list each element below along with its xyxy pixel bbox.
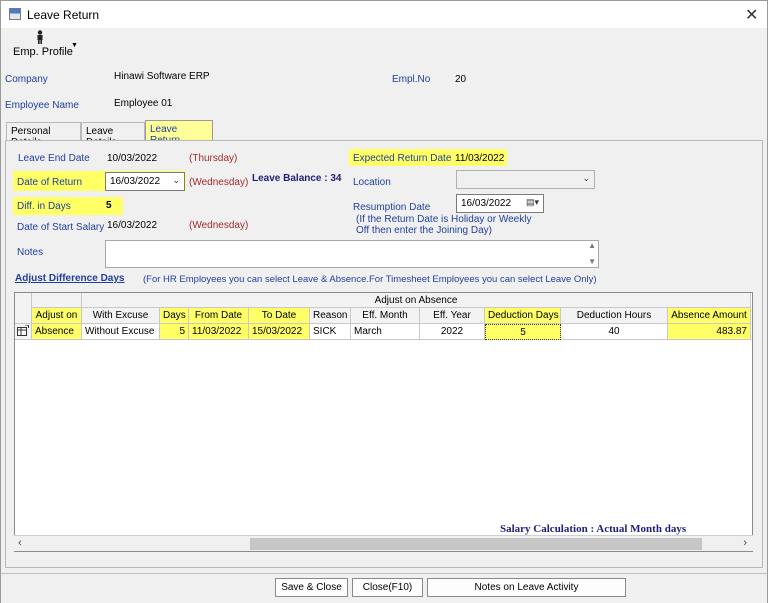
leave-return-window: Leave Return ✕ Emp. Profile ▼ Company Hi… [0, 0, 768, 603]
date-of-return-label: Date of Return [17, 177, 83, 188]
grid-corner [15, 293, 32, 308]
save-close-button[interactable]: Save & Close [275, 578, 348, 597]
col-from-date[interactable]: From Date [189, 308, 249, 324]
company-value: Hinawi Software ERP [114, 71, 210, 82]
leave-balance: Leave Balance : 34 [252, 173, 342, 184]
col-to-date[interactable]: To Date [249, 308, 310, 324]
cell-absence-amount[interactable]: 483.87 [668, 324, 751, 340]
start-salary-value: 16/03/2022 [107, 220, 158, 231]
notes-label: Notes [17, 247, 44, 258]
col-adjust-on[interactable]: Adjust on [32, 308, 82, 324]
tab-leave-details[interactable]: Leave Details [81, 122, 145, 148]
cell-reason[interactable]: SICK [310, 324, 351, 340]
scroll-left-icon[interactable]: ‹ [18, 537, 22, 549]
grid-empty-group [32, 293, 82, 308]
expected-return-value: 11/03/2022 [455, 153, 505, 164]
emplno-label: Empl.No [392, 74, 431, 85]
tab-leave-return[interactable]: Leave Return [145, 120, 213, 146]
cell-from-date[interactable]: 11/03/2022 [189, 324, 249, 340]
date-of-return-day: (Wednesday) [189, 177, 249, 188]
leave-end-date-value: 10/03/2022 [107, 153, 158, 164]
scroll-right-icon[interactable]: › [743, 537, 747, 549]
col-deduction-days[interactable]: Deduction Days [485, 308, 561, 324]
chevron-down-icon: ⌄ [172, 175, 180, 185]
date-of-return-value: 16/03/2022 [110, 176, 161, 187]
start-salary-label: Date of Start Salary [17, 222, 105, 233]
resumption-note: (If the Return Date is Holiday or Weekly… [356, 214, 532, 236]
resumption-date-value: 16/03/2022 [461, 198, 512, 209]
resumption-date-picker[interactable]: 16/03/2022 ▤▾ [456, 194, 544, 213]
toolbar: Emp. Profile ▼ [1, 28, 767, 62]
col-reason[interactable]: Reason [310, 308, 351, 324]
cell-deduction-days[interactable]: 5 [485, 324, 561, 340]
notes-textarea[interactable]: ▲ ▼ [105, 240, 599, 268]
notes-on-leave-activity-button[interactable]: Notes on Leave Activity [427, 578, 626, 597]
dropdown-caret-icon: ▼ [71, 42, 78, 49]
col-with-excuse[interactable]: With Excuse [82, 308, 160, 324]
emplno-value: 20 [455, 74, 467, 85]
row-header-cell [15, 308, 32, 324]
employee-name-value: Employee 01 [114, 98, 173, 109]
window-title: Leave Return [27, 8, 100, 22]
tab-personal-details[interactable]: Personal Details [6, 122, 81, 148]
diff-days-label: Diff. in Days [17, 201, 71, 212]
resumption-date-label: Resumption Date [353, 202, 431, 213]
app-icon [9, 8, 21, 20]
close-button[interactable]: Close(F10) [352, 578, 423, 597]
employee-name-label: Employee Name [5, 100, 79, 111]
scroll-down-icon[interactable]: ▼ [588, 257, 596, 266]
calendar-icon: ▤▾ [525, 197, 539, 207]
expected-return-label: Expected Return Date [353, 153, 452, 164]
close-window-icon[interactable]: ✕ [745, 5, 758, 25]
adjust-grid: Adjust on Absence Adjust on With Excuse … [14, 292, 753, 552]
cell-days[interactable]: 5 [160, 324, 189, 340]
emp-profile-label: Emp. Profile [13, 46, 73, 58]
col-eff-year[interactable]: Eff. Year [420, 308, 485, 324]
location-label: Location [353, 177, 391, 188]
cell-deduction-hours[interactable]: 40 [561, 324, 668, 340]
adjust-difference-link[interactable]: Adjust Difference Days [15, 273, 124, 284]
location-combo[interactable]: ⌄ [456, 170, 595, 189]
title-bar: Leave Return ✕ [1, 1, 767, 28]
emp-profile-button[interactable]: Emp. Profile ▼ [11, 30, 81, 60]
person-icon [37, 30, 43, 44]
grid-edit-icon [17, 324, 29, 336]
cell-eff-month[interactable]: March [351, 324, 420, 340]
start-salary-day: (Wednesday) [189, 220, 249, 231]
cell-adjust-on[interactable]: Absence [32, 324, 82, 340]
grid-group-header: Adjust on Absence [82, 293, 751, 308]
cell-with-excuse[interactable]: Without Excuse [82, 324, 160, 340]
leave-end-day: (Thursday) [189, 153, 238, 164]
leave-end-date-label: Leave End Date [18, 153, 90, 164]
cell-eff-year[interactable]: 2022 [420, 324, 485, 340]
grid-horizontal-scrollbar[interactable]: ‹ › [14, 535, 753, 551]
col-deduction-hours[interactable]: Deduction Hours [561, 308, 668, 324]
date-of-return-combo[interactable]: 16/03/2022 ⌄ [105, 172, 185, 191]
diff-days-value: 5 [106, 200, 112, 211]
col-eff-month[interactable]: Eff. Month [351, 308, 420, 324]
cell-to-date[interactable]: 15/03/2022 [249, 324, 310, 340]
scroll-up-icon[interactable]: ▲ [588, 241, 596, 250]
chevron-down-icon: ⌄ [582, 173, 590, 183]
salary-calculation-note: Salary Calculation : Actual Month days [500, 523, 687, 535]
company-label: Company [5, 74, 48, 85]
adjust-hint: (For HR Employees you can select Leave &… [143, 274, 597, 285]
row-edit-icon[interactable] [15, 324, 32, 340]
col-absence-amount[interactable]: Absence Amount [668, 308, 751, 324]
col-days[interactable]: Days [160, 308, 189, 324]
scroll-thumb[interactable] [250, 538, 702, 550]
